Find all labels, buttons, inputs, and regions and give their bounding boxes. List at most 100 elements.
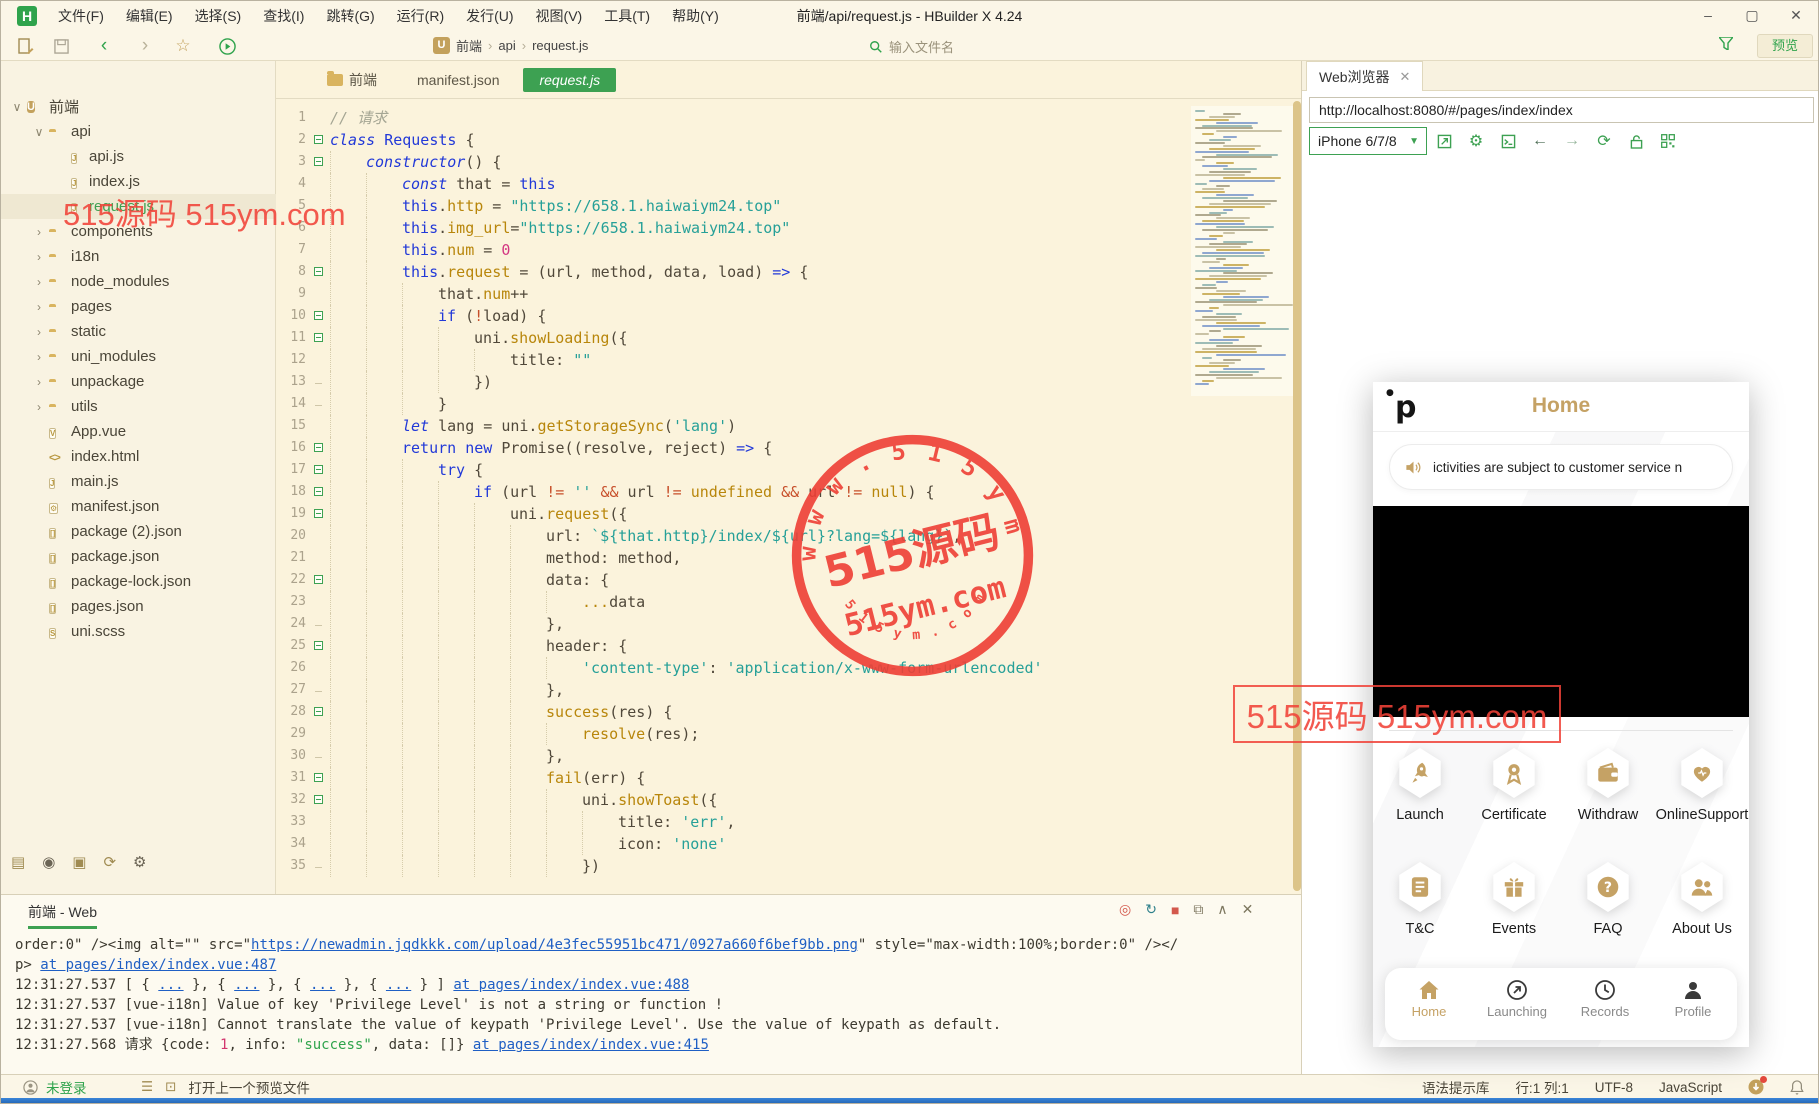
fold-icon[interactable] (313, 311, 323, 320)
breadcrumb-0[interactable]: 前端 (456, 36, 482, 55)
video-player[interactable] (1373, 506, 1749, 717)
grid-item-Certificate[interactable]: Certificate (1467, 748, 1561, 823)
editor-tab-manifest-json[interactable]: manifest.json (401, 68, 515, 92)
code-line-7[interactable]: 7 this. num = 0 (276, 239, 1301, 261)
clear-console-icon[interactable]: ✕ (1242, 901, 1254, 918)
code-line-23[interactable]: 23... data (276, 591, 1301, 613)
settings-gear-icon[interactable]: ⚙ (1461, 131, 1491, 151)
code-line-8[interactable]: 8 this. request = (url, method, data, load… (276, 261, 1301, 283)
code-line-3[interactable]: 3 constructor() { (276, 151, 1301, 173)
code-line-32[interactable]: 32 uni. showToast({ (276, 789, 1301, 811)
grid-item-About-Us[interactable]: About Us (1655, 862, 1749, 937)
code-line-4[interactable]: 4 const that = this (276, 173, 1301, 195)
device-select[interactable]: iPhone 6/7/8 ▼ (1309, 127, 1427, 155)
back-icon[interactable]: ← (1525, 132, 1555, 150)
tree-item-node-modules[interactable]: › node_modules (1, 269, 276, 294)
files-panel-icon[interactable]: ▤ (11, 853, 25, 871)
menu-item-2[interactable]: 选择(S) (184, 6, 253, 26)
favorite-star-icon[interactable]: ☆ (172, 35, 194, 57)
code-line-12[interactable]: 12 title: "" (276, 349, 1301, 371)
breadcrumb-2[interactable]: request.js (532, 38, 588, 53)
editor-tab--[interactable]: 前端 (311, 66, 393, 94)
grid-item-Events[interactable]: Events (1467, 862, 1561, 937)
fold-icon[interactable] (313, 509, 323, 518)
language-mode[interactable]: JavaScript (1659, 1080, 1722, 1095)
fold-icon[interactable] (313, 267, 323, 276)
breadcrumb-1[interactable]: api (498, 38, 515, 53)
tree-chevron-icon[interactable]: › (33, 325, 45, 339)
fold-icon[interactable] (313, 641, 323, 650)
editor-tab-request-js[interactable]: request.js (523, 67, 617, 92)
terminal-icon[interactable]: ⊡ (165, 1079, 176, 1095)
syntax-hint-lib[interactable]: 语法提示库 (1422, 1077, 1490, 1097)
fold-icon[interactable] (313, 333, 323, 342)
nav-item-profile[interactable]: Profile (1649, 968, 1737, 1040)
code-line-27[interactable]: 27}, (276, 679, 1301, 701)
close-button[interactable]: ✕ (1774, 1, 1818, 31)
code-line-25[interactable]: 25 header: { (276, 635, 1301, 657)
tree-item-request-js[interactable]: Jrequest.js (1, 194, 276, 219)
tree-chevron-icon[interactable]: › (33, 375, 45, 389)
code-line-5[interactable]: 5 this. http = "https://658.1.haiwaiym24.t… (276, 195, 1301, 217)
tree-item-pages[interactable]: › pages (1, 294, 276, 319)
new-file-icon[interactable] (15, 35, 37, 57)
tree-item-components[interactable]: › components (1, 219, 276, 244)
code-area[interactable]: 1// 请求 2 class Requests {3 constructor() {4… (276, 99, 1301, 894)
login-status[interactable]: 未登录 (46, 1077, 87, 1097)
code-line-13[interactable]: 13}) (276, 371, 1301, 393)
nav-item-launching[interactable]: Launching (1473, 968, 1561, 1040)
tree-chevron-icon[interactable]: › (33, 250, 45, 264)
code-line-21[interactable]: 21 method: method, (276, 547, 1301, 569)
code-line-22[interactable]: 22 data: { (276, 569, 1301, 591)
code-line-24[interactable]: 24}, (276, 613, 1301, 635)
maximize-button[interactable]: ▢ (1730, 1, 1774, 31)
tree-item--[interactable]: ∨ U 前端 (1, 94, 276, 119)
grid-item-T-C[interactable]: T&C (1373, 862, 1467, 937)
grid-item-FAQ[interactable]: ? FAQ (1561, 862, 1655, 937)
export-icon[interactable]: ⧉ (1193, 901, 1203, 918)
console-link[interactable]: https://newadmin.jqdkkk.com/upload/4e3fe… (251, 937, 858, 953)
console-tab[interactable]: 前端 - Web (28, 902, 97, 929)
code-line-34[interactable]: 34 icon: 'none' (276, 833, 1301, 855)
code-line-31[interactable]: 31 fail (err) { (276, 767, 1301, 789)
back-icon[interactable]: ‹ (93, 35, 115, 57)
notice-marquee[interactable]: ictivities are subject to customer servi… (1389, 444, 1733, 490)
tree-item-manifest-json[interactable]: ⚙ manifest.json (1, 494, 276, 519)
tree-chevron-icon[interactable]: › (33, 350, 45, 364)
menu-item-1[interactable]: 编辑(E) (115, 6, 184, 26)
filter-funnel-icon[interactable] (1719, 37, 1733, 50)
tree-item-static[interactable]: › static (1, 319, 276, 344)
forward-icon[interactable]: › (134, 35, 156, 57)
tree-chevron-icon[interactable]: › (33, 275, 45, 289)
tree-item-api[interactable]: ∨ api (1, 119, 276, 144)
code-line-17[interactable]: 17 try { (276, 459, 1301, 481)
code-line-30[interactable]: 30}, (276, 745, 1301, 767)
preview-button[interactable]: 预览 (1757, 34, 1813, 58)
settings-gear-icon[interactable]: ⚙ (133, 853, 146, 871)
open-previous-preview[interactable]: 打开上一个预览文件 (188, 1077, 310, 1097)
menu-item-4[interactable]: 跳转(G) (315, 6, 385, 26)
code-line-2[interactable]: 2 class Requests { (276, 129, 1301, 151)
tree-chevron-icon[interactable]: ∨ (33, 125, 45, 139)
grid-item-Launch[interactable]: Launch (1373, 748, 1467, 823)
nav-item-records[interactable]: Records (1561, 968, 1649, 1040)
code-line-1[interactable]: 1// 请求 (276, 107, 1301, 129)
qr-code-icon[interactable] (1653, 134, 1683, 148)
file-search-input[interactable]: 输入文件名 (869, 36, 1169, 57)
menu-item-7[interactable]: 视图(V) (525, 6, 594, 26)
refresh-icon[interactable]: ⟳ (103, 853, 116, 871)
console-panel-icon[interactable]: ▣ (72, 853, 86, 871)
code-line-10[interactable]: 10 if (! load) { (276, 305, 1301, 327)
code-line-14[interactable]: 14} (276, 393, 1301, 415)
console-link[interactable]: ... (386, 977, 411, 993)
fold-icon[interactable] (313, 465, 323, 474)
tree-chevron-icon[interactable]: ∨ (11, 100, 23, 114)
tree-item-unpackage[interactable]: › unpackage (1, 369, 276, 394)
menu-item-0[interactable]: 文件(F) (47, 6, 115, 26)
code-line-26[interactable]: 26'content-type': 'application/x-www-for… (276, 657, 1301, 679)
code-line-33[interactable]: 33 title: 'err', (276, 811, 1301, 833)
code-line-29[interactable]: 29 resolve (res); (276, 723, 1301, 745)
tree-item-package-lock-json[interactable]: [] package-lock.json (1, 569, 276, 594)
forward-icon[interactable]: → (1557, 132, 1587, 150)
rerun-icon[interactable]: ↻ (1145, 901, 1157, 918)
